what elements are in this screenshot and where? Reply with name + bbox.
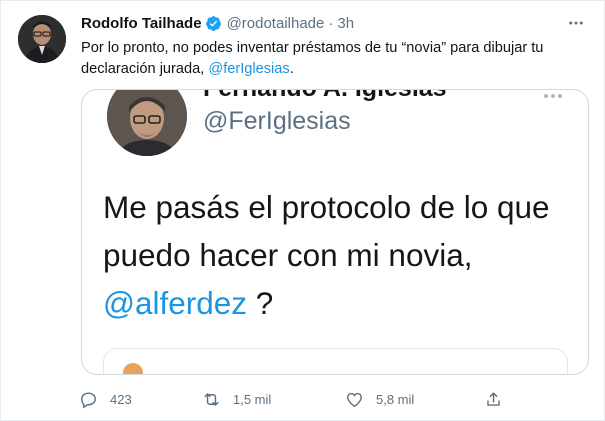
quoted-mention: @alferdez xyxy=(103,285,248,321)
author-handle[interactable]: @rodotailhade xyxy=(227,15,325,32)
retweet-button[interactable]: 1,5 mil xyxy=(202,387,271,411)
tweet-card[interactable]: Rodolfo Tailhade @rodotailhade · 3h Por … xyxy=(0,0,605,421)
quoted-tweet-text: Me pasás el protocolo de lo que puedo ha… xyxy=(103,183,583,327)
embed-avatar xyxy=(123,363,143,374)
reply-button[interactable]: 423 xyxy=(79,387,132,411)
quoted-text-body: Me pasás el protocolo de lo que puedo ha… xyxy=(103,189,550,273)
tweet-text-end: . xyxy=(289,61,294,77)
tweet-image[interactable]: Fernando A. Iglesias @FerIglesias Me pas… xyxy=(81,89,589,375)
tweet-text-body: Por lo pronto, no podes inventar préstam… xyxy=(81,40,544,77)
quoted-author-handle: @FerIglesias xyxy=(203,107,351,135)
like-icon xyxy=(347,392,362,407)
separator-dot: · xyxy=(328,14,334,32)
author-name[interactable]: Rodolfo Tailhade xyxy=(81,15,202,32)
quoted-more-icon xyxy=(542,90,564,105)
quoted-embed-card xyxy=(103,348,568,374)
tweet-header: Rodolfo Tailhade @rodotailhade · 3h xyxy=(81,13,354,33)
quoted-author-avatar xyxy=(107,90,187,156)
retweet-count: 1,5 mil xyxy=(233,391,272,407)
quoted-text-end: ? xyxy=(247,285,274,321)
tweet-text: Por lo pronto, no podes inventar préstam… xyxy=(81,38,591,80)
tweet-timestamp[interactable]: 3h xyxy=(337,15,354,32)
share-icon xyxy=(487,391,500,406)
like-button[interactable]: 5,8 mil xyxy=(345,387,414,411)
author-avatar[interactable] xyxy=(18,15,66,63)
quoted-author-name: Fernando A. Iglesias xyxy=(203,90,447,103)
action-bar: 423 1,5 mil 5,8 mil xyxy=(79,387,559,411)
tweet-mention-link[interactable]: @ferIglesias xyxy=(208,61,289,77)
reply-icon xyxy=(81,391,96,408)
share-button[interactable] xyxy=(484,387,503,411)
retweet-icon xyxy=(204,392,219,406)
like-count: 5,8 mil xyxy=(376,391,415,407)
more-options-icon[interactable] xyxy=(565,13,587,33)
reply-count: 423 xyxy=(110,391,132,407)
verified-badge-icon xyxy=(205,15,221,31)
